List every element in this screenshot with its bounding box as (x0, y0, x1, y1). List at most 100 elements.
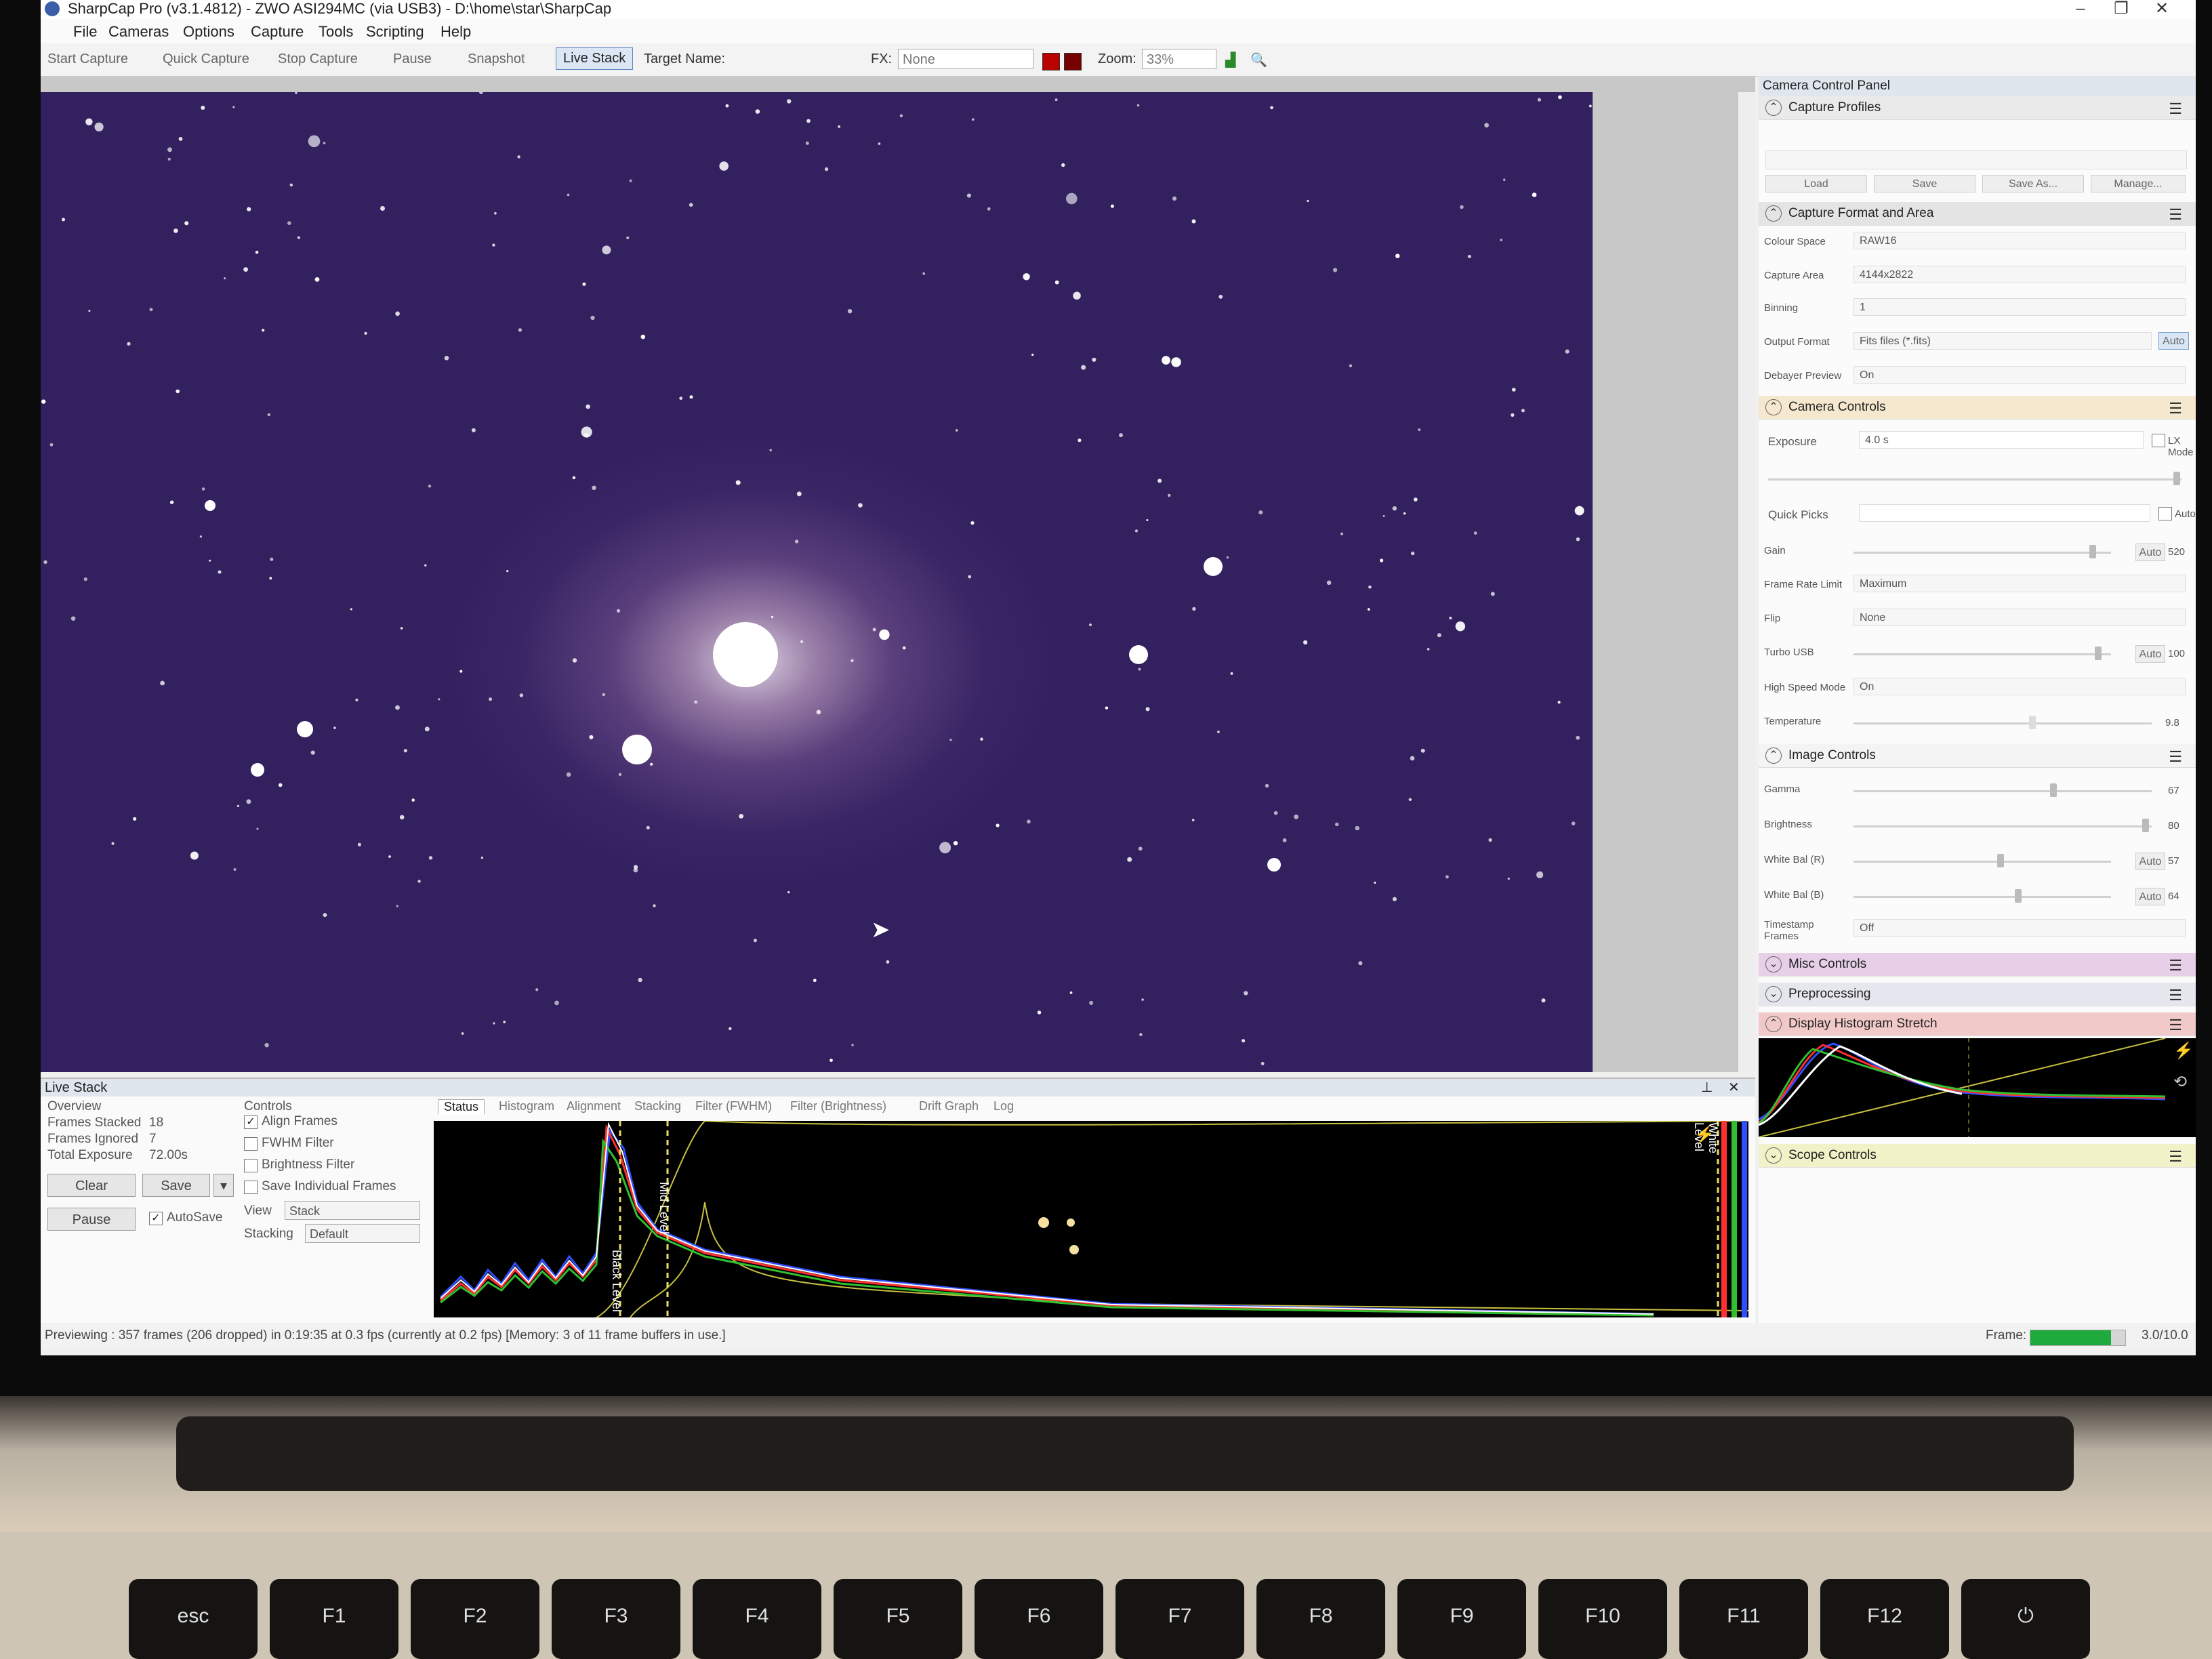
hamburger-icon[interactable]: ☰ (2169, 957, 2182, 975)
histogram-stretch-header[interactable]: ⌃ Display Histogram Stretch ☰ (1759, 1012, 2196, 1036)
stacking-select[interactable]: Default (305, 1224, 420, 1243)
stretch-histogram[interactable]: ⚡ ⟲ (1758, 1038, 2196, 1138)
debayer-select[interactable]: On (1853, 366, 2186, 384)
autosave-checkbox[interactable]: ✓ (149, 1212, 163, 1225)
tab-filter-brightness[interactable]: Filter (Brightness) (790, 1099, 886, 1113)
stop-icon[interactable] (1064, 53, 1082, 70)
exposure-slider[interactable] (1768, 478, 2182, 480)
brightness-slider-thumb[interactable] (2142, 819, 2150, 832)
snapshot-button[interactable]: Snapshot (468, 52, 525, 67)
quick-capture-button[interactable]: Quick Capture (163, 52, 249, 67)
record-icon[interactable] (1042, 53, 1060, 70)
gamma-slider[interactable] (1853, 790, 2152, 792)
flip-select[interactable]: None (1853, 609, 2186, 626)
turbo-usb-slider-thumb[interactable] (2095, 647, 2102, 660)
live-stack-histogram[interactable]: Black Level Mid Level White Level ⚡ (434, 1121, 1748, 1317)
green-level-bar[interactable] (1732, 1121, 1737, 1317)
tab-status[interactable]: Status (438, 1099, 485, 1114)
white-bal-r-slider-thumb[interactable] (1996, 854, 2004, 867)
lightning-icon[interactable]: ⚡ (2173, 1041, 2194, 1061)
menu-tools[interactable]: Tools (319, 23, 353, 41)
profile-select[interactable] (1765, 150, 2187, 169)
tab-log[interactable]: Log (994, 1099, 1014, 1113)
exposure-input[interactable]: 4.0 s (1859, 431, 2144, 449)
reset-icon[interactable]: ⟲ (2173, 1072, 2187, 1092)
collapse-icon[interactable]: ⌃ (1765, 399, 1782, 415)
hamburger-icon[interactable]: ☰ (2169, 1017, 2182, 1034)
collapse-icon[interactable]: ⌃ (1765, 100, 1782, 116)
profile-load-button[interactable]: Load (1765, 175, 1867, 192)
fx-select[interactable]: None (898, 49, 1033, 69)
hamburger-icon[interactable]: ☰ (2169, 206, 2182, 224)
binning-select[interactable]: 1 (1853, 298, 2186, 316)
timestamp-select[interactable]: Off (1853, 919, 2186, 937)
live-stack-button[interactable]: Live Stack (556, 47, 634, 70)
menu-file[interactable]: File (73, 23, 97, 41)
pause-stack-button[interactable]: Pause (47, 1208, 136, 1231)
red-level-bar[interactable] (1721, 1121, 1727, 1317)
profile-manage-button[interactable]: Manage... (2091, 175, 2186, 192)
collapse-icon[interactable]: ⌃ (1765, 205, 1782, 222)
clear-button[interactable]: Clear (47, 1174, 136, 1197)
hamburger-icon[interactable]: ☰ (2169, 400, 2182, 417)
high-speed-select[interactable]: On (1853, 678, 2186, 695)
blue-level-bar[interactable] (1742, 1121, 1747, 1317)
pause-button[interactable]: Pause (393, 52, 432, 67)
pin-icon[interactable]: ⊥ (1701, 1079, 1713, 1096)
tab-drift-graph[interactable]: Drift Graph (919, 1099, 979, 1113)
image-controls-header[interactable]: ⌃ Image Controls ☰ (1759, 744, 2196, 768)
collapse-icon[interactable]: ⌃ (1765, 1016, 1782, 1032)
hamburger-icon[interactable]: ☰ (2169, 987, 2182, 1004)
menu-capture[interactable]: Capture (251, 23, 304, 41)
minimize-button[interactable]: – (2060, 0, 2101, 19)
preprocessing-header[interactable]: ⌄ Preprocessing ☰ (1759, 983, 2196, 1006)
expand-icon[interactable]: ⌄ (1765, 956, 1782, 972)
lx-mode-checkbox[interactable] (2152, 434, 2165, 447)
view-select[interactable]: Stack (285, 1201, 420, 1220)
output-auto-button[interactable]: Auto (2158, 332, 2189, 350)
gain-slider[interactable] (1853, 552, 2111, 554)
capture-profiles-header[interactable]: ⌃ Capture Profiles ☰ (1759, 96, 2196, 120)
brightness-slider[interactable] (1853, 825, 2152, 827)
turbo-usb-slider[interactable] (1853, 653, 2111, 655)
tab-alignment[interactable]: Alignment (567, 1099, 621, 1113)
gain-auto-button[interactable]: Auto (2135, 544, 2165, 561)
misc-controls-header[interactable]: ⌄ Misc Controls ☰ (1759, 953, 2196, 977)
start-capture-button[interactable]: Start Capture (47, 52, 128, 67)
profile-save-as-button[interactable]: Save As... (1982, 175, 2084, 192)
white-bal-b-auto-button[interactable]: Auto (2135, 888, 2165, 905)
menu-cameras[interactable]: Cameras (108, 23, 169, 41)
exposure-slider-thumb[interactable] (2173, 472, 2180, 485)
save-individual-checkbox[interactable] (244, 1181, 258, 1194)
scope-controls-header[interactable]: ⌄ Scope Controls ☰ (1759, 1144, 2196, 1168)
colour-space-select[interactable]: RAW16 (1853, 232, 2186, 249)
expand-icon[interactable]: ⌄ (1765, 1147, 1782, 1164)
white-bal-r-auto-button[interactable]: Auto (2135, 853, 2165, 870)
hamburger-icon[interactable]: ☰ (2169, 100, 2182, 118)
close-button[interactable]: ✕ (2142, 0, 2182, 19)
live-stack-close-button[interactable]: ✕ (1728, 1079, 1740, 1096)
align-frames-checkbox[interactable]: ✓ (244, 1115, 258, 1129)
output-format-select[interactable]: Fits files (*.fits) (1853, 332, 2152, 350)
brightness-filter-checkbox[interactable] (244, 1159, 258, 1172)
zoom-select[interactable]: 33% (1142, 49, 1216, 69)
maximize-button[interactable]: ❐ (2101, 0, 2142, 19)
frame-rate-select[interactable]: Maximum (1853, 575, 2186, 592)
live-image[interactable]: ➤ (41, 92, 1593, 1072)
white-bal-b-slider-thumb[interactable] (2015, 889, 2022, 903)
quick-picks-auto-checkbox[interactable] (2158, 507, 2172, 520)
white-bal-r-slider[interactable] (1853, 861, 2111, 863)
image-viewer[interactable]: ➤ (41, 76, 1755, 1072)
magnifier-icon[interactable]: 🔍 (1250, 52, 1267, 68)
quick-picks-select[interactable] (1859, 504, 2150, 522)
turbo-auto-button[interactable]: Auto (2135, 645, 2165, 663)
save-button[interactable]: Save (142, 1174, 210, 1197)
viewer-scrollbar[interactable] (1738, 92, 1755, 1072)
gain-slider-thumb[interactable] (2089, 545, 2097, 558)
menu-options[interactable]: Options (183, 23, 234, 41)
expand-icon[interactable]: ⌄ (1765, 986, 1782, 1002)
capture-format-header[interactable]: ⌃ Capture Format and Area ☰ (1759, 202, 2196, 226)
hamburger-icon[interactable]: ☰ (2169, 748, 2182, 766)
collapse-icon[interactable]: ⌃ (1765, 747, 1782, 764)
camera-controls-header[interactable]: ⌃ Camera Controls ☰ (1759, 396, 2196, 419)
